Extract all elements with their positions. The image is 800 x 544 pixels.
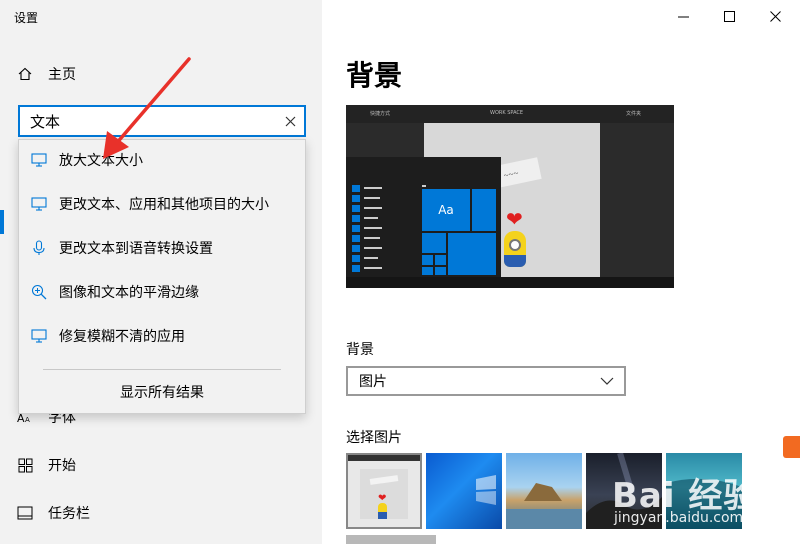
- picture-thumbnail[interactable]: [426, 453, 502, 529]
- close-icon: [285, 116, 295, 126]
- picture-thumbnail[interactable]: [586, 453, 662, 529]
- background-type-select[interactable]: 图片: [346, 366, 626, 396]
- preview-tile-aa: Aa: [422, 189, 470, 231]
- preview-tile: [448, 233, 496, 275]
- watermark-badge-icon: [783, 436, 800, 458]
- preview-start-list: [352, 185, 426, 272]
- minimize-icon: [677, 16, 689, 17]
- search-box: [18, 105, 306, 137]
- preview-topbar-mid: WORK SPACE: [490, 110, 524, 116]
- maximize-button[interactable]: [706, 0, 752, 32]
- magnifier-icon: [29, 282, 49, 302]
- selected-indicator: [0, 210, 4, 234]
- preview-tile: [435, 267, 446, 275]
- picture-thumbnail[interactable]: ❤: [346, 453, 422, 529]
- preview-topbar-right: 文件夹: [626, 111, 642, 117]
- picture-thumbnail-partial: [346, 535, 436, 544]
- svg-text:❤: ❤: [378, 493, 386, 504]
- display-icon: [29, 326, 49, 346]
- close-button[interactable]: [752, 0, 798, 32]
- sidebar-item-start[interactable]: 开始: [16, 453, 76, 477]
- heart-icon: ❤: [506, 207, 523, 231]
- sidebar-item-label: 主页: [48, 67, 76, 83]
- sidebar-item-label: 任务栏: [48, 506, 90, 522]
- search-result-label: 更改文本到语音转换设置: [59, 241, 213, 257]
- maximize-icon: [723, 10, 735, 22]
- search-result-label: 图像和文本的平滑边缘: [59, 285, 199, 301]
- background-preview: 快捷方式 WORK SPACE 文件夹 ～～～ ❤ Aa: [346, 105, 674, 288]
- preview-topbar-left: 快捷方式: [370, 111, 391, 117]
- sidebar-item-label: 开始: [48, 458, 76, 474]
- preview-tile: [422, 267, 433, 275]
- background-label: 背景: [346, 342, 374, 358]
- chevron-down-icon: [600, 374, 614, 392]
- display-icon: [29, 150, 49, 170]
- start-icon: [16, 456, 34, 474]
- preview-tile: [472, 189, 496, 231]
- picture-thumbnail[interactable]: [506, 453, 582, 529]
- sidebar-item-taskbar[interactable]: 任务栏: [16, 501, 90, 525]
- search-result-item[interactable]: 更改文本到语音转换设置: [19, 228, 305, 268]
- preview-tile: [435, 255, 446, 265]
- search-result-item[interactable]: 放大文本大小: [19, 140, 305, 180]
- close-icon: [769, 10, 781, 22]
- show-all-results-link[interactable]: 显示所有结果: [19, 376, 305, 408]
- taskbar-icon: [16, 504, 34, 522]
- search-result-item[interactable]: 更改文本、应用和其他项目的大小: [19, 184, 305, 224]
- preview-tile: [422, 233, 446, 253]
- search-result-label: 放大文本大小: [59, 153, 143, 169]
- sidebar: 设置 主页 AA 字体 开始 任务栏 文本 放大文本大小 更改文本、应用和其他项…: [0, 0, 322, 544]
- picture-thumbnail[interactable]: [666, 453, 742, 529]
- svg-text:A: A: [25, 416, 30, 424]
- home-icon: [16, 65, 34, 83]
- preview-tile: [422, 255, 433, 265]
- app-title: 设置: [14, 11, 39, 25]
- minimize-button[interactable]: [660, 0, 706, 32]
- search-result-label: 修复模糊不清的应用: [59, 329, 185, 345]
- background-type-value: 图片: [359, 374, 387, 390]
- microphone-icon: [29, 238, 49, 258]
- preview-topbar: 快捷方式 WORK SPACE 文件夹: [346, 105, 674, 123]
- search-result-label: 更改文本、应用和其他项目的大小: [59, 197, 269, 213]
- search-input[interactable]: [20, 107, 276, 135]
- search-results-dropdown: 放大文本大小 更改文本、应用和其他项目的大小 更改文本到语音转换设置 图像和文本…: [18, 139, 306, 414]
- choose-picture-label: 选择图片: [346, 430, 402, 446]
- preview-taskbar: [346, 277, 674, 288]
- display-icon: [29, 194, 49, 214]
- divider: [43, 369, 281, 370]
- search-result-item[interactable]: 修复模糊不清的应用: [19, 316, 305, 356]
- search-result-item[interactable]: 图像和文本的平滑边缘: [19, 272, 305, 312]
- clear-search-button[interactable]: [276, 107, 304, 135]
- minion-icon: [504, 231, 526, 267]
- page-title: 背景: [346, 59, 403, 92]
- sidebar-item-home[interactable]: 主页: [16, 62, 76, 86]
